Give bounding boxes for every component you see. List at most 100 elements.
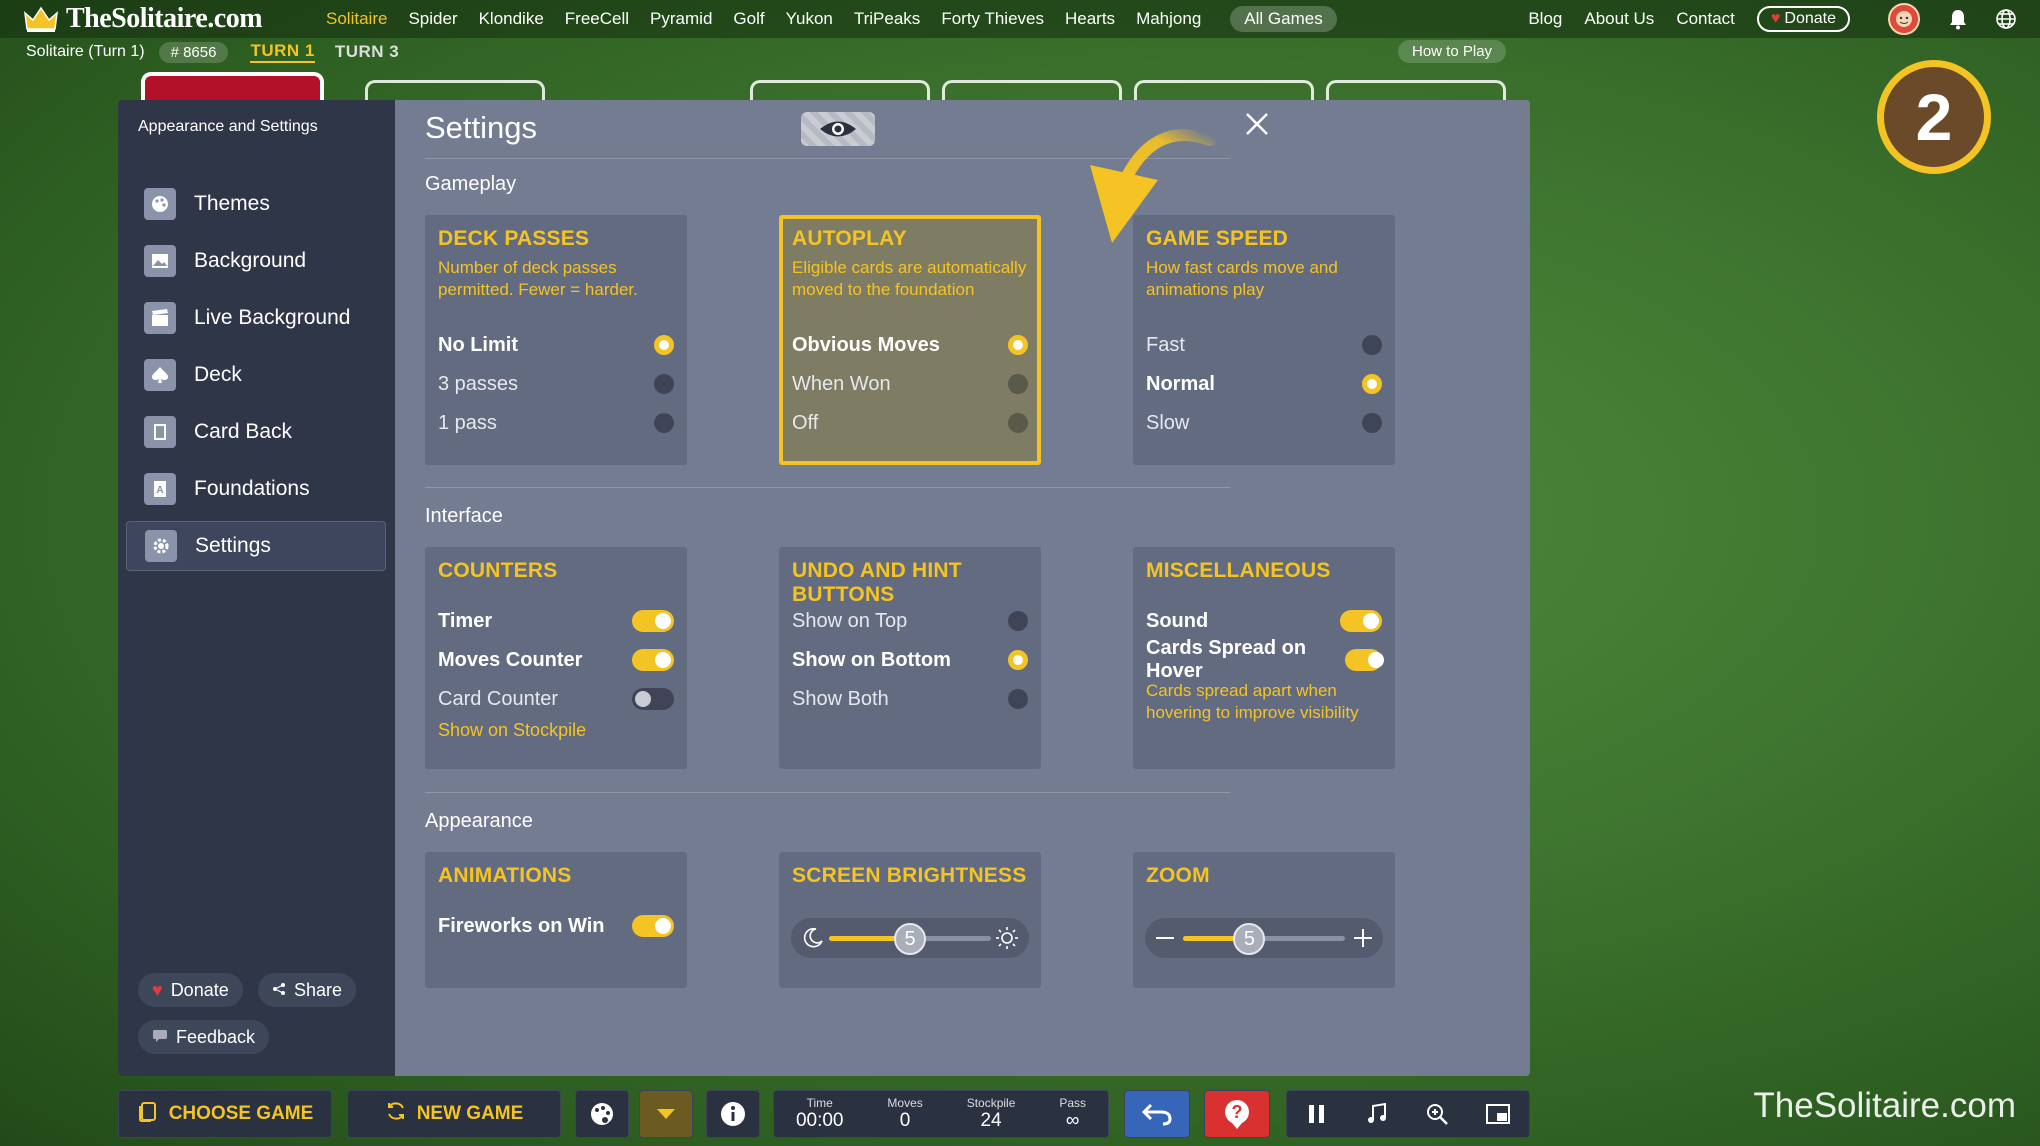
user-avatar[interactable] (1888, 3, 1920, 35)
annotation-arrow-icon (1090, 129, 1216, 243)
tab-turn-3[interactable]: TURN 3 (335, 42, 399, 62)
preview-toggle-button[interactable] (801, 112, 875, 146)
how-to-play-button[interactable]: How to Play (1398, 40, 1507, 63)
close-icon[interactable] (1241, 108, 1273, 140)
sidebar-donate-button[interactable]: ♥ Donate (138, 973, 243, 1007)
option-show-on-top[interactable]: Show on Top (792, 608, 1028, 634)
option-show-both[interactable]: Show Both (792, 686, 1028, 712)
nav-golf[interactable]: Golf (733, 9, 764, 29)
toggle-on[interactable] (632, 649, 674, 671)
toggle-on[interactable] (1344, 649, 1383, 671)
option-timer[interactable]: Timer (438, 608, 674, 634)
radio[interactable] (1008, 611, 1028, 631)
sidebar-item-foundations[interactable]: A Foundations (126, 464, 386, 514)
sidebar-item-themes[interactable]: Themes (126, 179, 386, 229)
game-number[interactable]: # 8656 (158, 41, 229, 63)
radio-selected[interactable] (1008, 650, 1028, 670)
sidebar-item-card-back[interactable]: Card Back (126, 407, 386, 457)
info-button[interactable] (706, 1090, 760, 1138)
sidebar-item-settings[interactable]: Settings (126, 521, 386, 571)
nav-blog[interactable]: Blog (1528, 9, 1562, 29)
option-cards-spread-on-hover[interactable]: Cards Spread on Hover (1146, 637, 1383, 682)
fullscreen-icon[interactable] (1485, 1102, 1511, 1126)
radio-selected[interactable] (1362, 374, 1382, 394)
new-game-button[interactable]: NEW GAME (347, 1090, 561, 1138)
sun-icon (996, 927, 1018, 949)
option-label: Obvious Moves (792, 333, 940, 356)
panel-title: COUNTERS (438, 559, 558, 582)
nav-solitaire[interactable]: Solitaire (326, 9, 387, 29)
option-off[interactable]: Off (792, 410, 1028, 436)
option-card-counter[interactable]: Card Counter (438, 686, 674, 712)
slider-knob[interactable]: 5 (894, 923, 926, 955)
option-obvious-moves[interactable]: Obvious Moves (792, 332, 1028, 358)
radio-selected[interactable] (1008, 335, 1028, 355)
nav-hearts[interactable]: Hearts (1065, 9, 1115, 29)
undo-button[interactable] (1124, 1090, 1190, 1138)
brightness-slider[interactable]: 5 (791, 918, 1029, 958)
toggle-on[interactable] (1340, 610, 1382, 632)
nav-spider[interactable]: Spider (408, 9, 457, 29)
stat-label: Moves (887, 1096, 923, 1110)
nav-klondike[interactable]: Klondike (479, 9, 544, 29)
donate-button[interactable]: ♥ Donate (1756, 6, 1850, 32)
radio[interactable] (1008, 689, 1028, 709)
toggle-on[interactable] (632, 915, 674, 937)
hint-button[interactable]: ? (1204, 1090, 1270, 1138)
watermark: TheSolitaire.com (1753, 1086, 2016, 1125)
radio[interactable] (1362, 335, 1382, 355)
sidebar-item-live-background[interactable]: Live Background (126, 293, 386, 343)
toggle-off[interactable] (632, 688, 674, 710)
option-normal[interactable]: Normal (1146, 371, 1382, 397)
option-show-on-bottom[interactable]: Show on Bottom (792, 647, 1028, 673)
option-sound[interactable]: Sound (1146, 608, 1382, 634)
zoom-in-icon[interactable] (1425, 1102, 1449, 1126)
sidebar-item-deck[interactable]: Deck (126, 350, 386, 400)
sidebar-item-background[interactable]: Background (126, 236, 386, 286)
stockpile-card[interactable] (141, 72, 324, 102)
option-1-pass[interactable]: 1 pass (438, 410, 674, 436)
radio[interactable] (1008, 374, 1028, 394)
slider-knob[interactable]: 5 (1233, 923, 1266, 955)
option-when-won[interactable]: When Won (792, 371, 1028, 397)
theme-button[interactable] (575, 1090, 629, 1138)
pause-icon[interactable] (1305, 1102, 1329, 1126)
moon-icon (803, 927, 823, 948)
option-slow[interactable]: Slow (1146, 410, 1382, 436)
radio[interactable] (654, 374, 674, 394)
site-logo[interactable]: TheSolitaire.com (24, 3, 263, 35)
globe-icon[interactable] (1992, 5, 2020, 33)
bell-icon[interactable] (1944, 5, 1972, 33)
radio[interactable] (654, 413, 674, 433)
nav-about-us[interactable]: About Us (1584, 9, 1654, 29)
nav-forty-thieves[interactable]: Forty Thieves (941, 9, 1044, 29)
music-icon[interactable] (1365, 1102, 1389, 1126)
radio[interactable] (1008, 413, 1028, 433)
option-fast[interactable]: Fast (1146, 332, 1382, 358)
sidebar-feedback-button[interactable]: Feedback (138, 1020, 270, 1054)
zoom-slider[interactable]: 5 (1145, 918, 1383, 958)
all-games-button[interactable]: All Games (1230, 6, 1337, 32)
radio[interactable] (1362, 413, 1382, 433)
minus-icon[interactable] (1153, 926, 1177, 950)
dropdown-button[interactable] (639, 1090, 693, 1138)
nav-contact[interactable]: Contact (1676, 9, 1735, 29)
option-no-limit[interactable]: No Limit (438, 332, 674, 358)
toggle-on[interactable] (632, 610, 674, 632)
nav-mahjong[interactable]: Mahjong (1136, 9, 1201, 29)
option-moves-counter[interactable]: Moves Counter (438, 647, 674, 673)
plus-icon[interactable] (1351, 926, 1375, 950)
stat-time: Time 00:00 (796, 1096, 844, 1132)
autoplay-panel: AUTOPLAY Eligible cards are automaticall… (779, 215, 1041, 465)
nav-freecell[interactable]: FreeCell (565, 9, 629, 29)
nav-yukon[interactable]: Yukon (786, 9, 833, 29)
option-3-passes[interactable]: 3 passes (438, 371, 674, 397)
option-fireworks-on-win[interactable]: Fireworks on Win (438, 913, 674, 939)
nav-pyramid[interactable]: Pyramid (650, 9, 712, 29)
nav-tripeaks[interactable]: TriPeaks (854, 9, 920, 29)
sidebar-share-button[interactable]: Share (258, 973, 357, 1007)
choose-game-button[interactable]: CHOOSE GAME (118, 1090, 332, 1138)
tab-turn-1[interactable]: TURN 1 (250, 41, 315, 63)
radio-selected[interactable] (654, 335, 674, 355)
panel-title: SCREEN BRIGHTNESS (792, 864, 1027, 887)
